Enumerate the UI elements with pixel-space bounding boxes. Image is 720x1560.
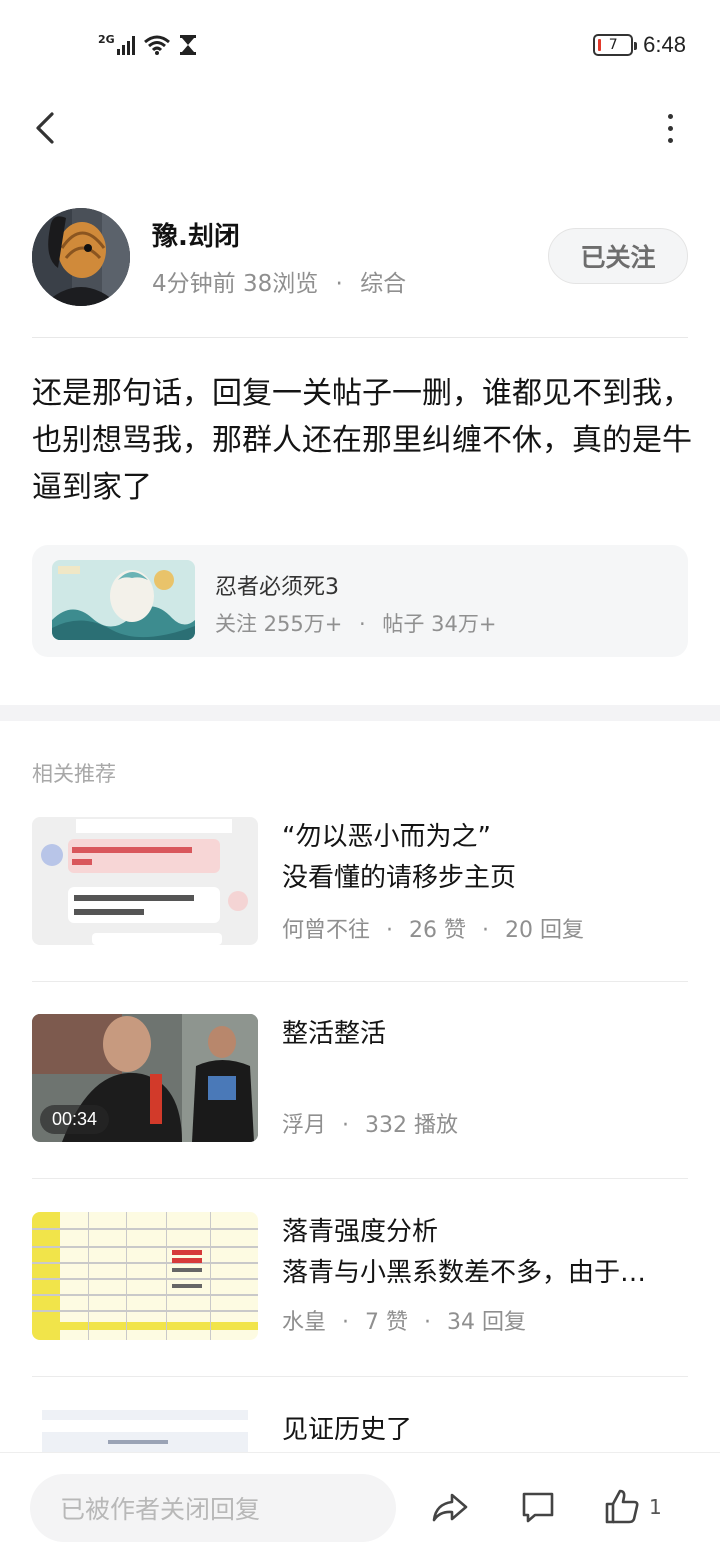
follow-button[interactable]: 已关注 (548, 228, 688, 284)
recommend-text: 落青强度分析 落青与小黑系数差不多，由于… (282, 1212, 682, 1294)
post-text: 还是那句话，回复一关帖子一删，谁都见不到我，也别想骂我，那群人还在那里纠缠不休，… (32, 376, 692, 505)
recommend-line-1: 整活整活 (282, 1019, 387, 1049)
share-icon[interactable] (430, 1487, 470, 1527)
recommend-line-1: “勿以恶小而为之” (282, 822, 491, 852)
recommend-item[interactable]: “勿以恶小而为之” 没看懂的请移步主页 何曾不往 · 26 赞 · 20 回复 (32, 817, 688, 997)
chevron-left-icon (36, 112, 54, 144)
recommend-line-1: 落青强度分析 (282, 1217, 439, 1247)
recommend-line-1: 见证历史了 (282, 1415, 413, 1445)
section-gap (0, 705, 720, 721)
stats-separator: · (359, 612, 366, 636)
recommend-line-2: 没看懂的请移步主页 (282, 863, 517, 893)
recommend-meta: 水皇 · 7 赞 · 34 回复 (282, 1304, 526, 1336)
video-duration: 00:34 (40, 1105, 110, 1134)
forum-thumbnail (52, 560, 195, 640)
recommend-likes: 26 赞 (409, 918, 467, 943)
divider (32, 337, 688, 338)
hourglass-icon (179, 35, 196, 55)
network-type: 2G (98, 32, 115, 46)
forum-card[interactable]: 忍者必须死3 关注 255万+ · 帖子 34万+ (32, 545, 688, 657)
status-right: 7 6:48 (593, 28, 686, 62)
recommend-line-2: 落青与小黑系数差不多，由于… (282, 1258, 647, 1288)
like-count: 1 (649, 1495, 662, 1519)
divider (32, 1178, 688, 1179)
recommend-video-thumbnail: 00:34 (32, 1014, 258, 1142)
forum-followers: 关注 255万+ (215, 612, 343, 636)
recommend-item[interactable]: 00:34 整活整活 浮月 · 332 播放 (32, 1014, 688, 1194)
back-button[interactable] (28, 108, 68, 148)
author-name[interactable]: 豫.刦闭 (152, 216, 240, 253)
meta-separator: · (424, 1310, 432, 1335)
clock: 6:48 (643, 32, 686, 57)
recommend-likes: 7 赞 (365, 1310, 409, 1335)
recommend-text: 整活整活 (282, 1014, 682, 1055)
avatar[interactable] (32, 208, 130, 306)
recommend-title: 相关推荐 (32, 762, 116, 786)
divider (32, 981, 688, 982)
forum-stats: 关注 255万+ · 帖子 34万+ (215, 608, 496, 638)
meta-separator: · (342, 1113, 350, 1138)
recommend-plays: 332 播放 (365, 1113, 459, 1138)
meta-separator: · (482, 918, 490, 943)
recommend-thumbnail (32, 817, 258, 945)
forum-name: 忍者必须死3 (215, 575, 339, 600)
recommend-replies: 34 回复 (447, 1310, 527, 1335)
comment-icon[interactable] (518, 1487, 558, 1527)
recommend-text: “勿以恶小而为之” 没看懂的请移步主页 (282, 817, 682, 899)
recommend-meta: 浮月 · 332 播放 (282, 1107, 458, 1139)
post-category[interactable]: 综合 (360, 271, 406, 297)
recommend-item[interactable]: 见证历史了 (32, 1410, 688, 1452)
meta-separator: · (342, 1310, 350, 1335)
signal-icon (116, 35, 135, 55)
forum-posts: 帖子 34万+ (382, 612, 497, 636)
recommend-thumbnail (32, 1212, 258, 1340)
recommend-thumbnail (32, 1410, 258, 1452)
meta-separator: · (335, 271, 343, 297)
more-dot (667, 125, 673, 131)
recommend-meta: 何曾不往 · 26 赞 · 20 回复 (282, 912, 584, 944)
divider (32, 1376, 688, 1377)
status-bar: 2G 7 6:48 (0, 0, 720, 90)
recommend-item[interactable]: 落青强度分析 落青与小黑系数差不多，由于… 水皇 · 7 赞 · 34 回复 (32, 1212, 688, 1392)
status-left: 2G (98, 30, 197, 60)
battery-icon: 7 (593, 34, 638, 56)
wifi-icon (143, 35, 170, 55)
recommend-author: 何曾不往 (282, 918, 371, 943)
meta-separator: · (386, 918, 394, 943)
post-time: 4分钟前 (152, 271, 236, 297)
post-views: 38浏览 (242, 271, 319, 297)
more-vertical-icon (667, 113, 673, 119)
recommend-author: 水皇 (282, 1310, 327, 1335)
avatar-image (32, 208, 130, 306)
recommend-author: 浮月 (282, 1113, 327, 1138)
battery-level: 7 (608, 37, 618, 53)
recommend-replies: 20 回复 (505, 918, 585, 943)
author-meta: 4分钟前 38浏览 · 综合 (152, 264, 406, 298)
more-button[interactable] (660, 108, 680, 148)
thumbs-up-icon[interactable] (602, 1487, 642, 1527)
more-dot (667, 137, 673, 143)
bottom-bar: 已被作者关闭回复 1 (0, 1452, 720, 1560)
recommend-text: 见证历史了 (282, 1410, 682, 1451)
reply-input[interactable]: 已被作者关闭回复 (30, 1474, 396, 1542)
